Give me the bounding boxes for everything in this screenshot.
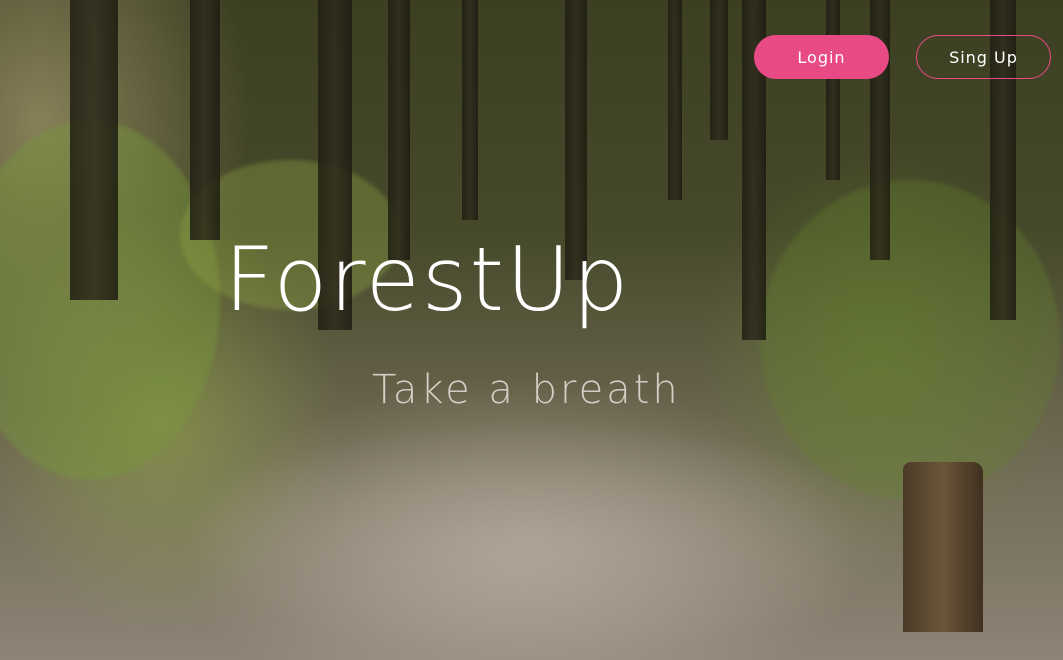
tree-trunk xyxy=(710,0,728,140)
tree-stump xyxy=(903,462,983,632)
tree-trunk xyxy=(668,0,682,200)
tree-trunk xyxy=(826,0,840,180)
hero-section: Login Sing Up ForestUp Take a breath xyxy=(0,0,1063,660)
mist xyxy=(180,420,900,660)
signup-button[interactable]: Sing Up xyxy=(916,35,1051,79)
tree-trunk xyxy=(388,0,410,260)
site-tagline: Take a breath xyxy=(372,367,681,413)
tree-trunk xyxy=(190,0,220,240)
site-title: ForestUp xyxy=(224,228,631,331)
tree-trunk xyxy=(462,0,478,220)
login-button[interactable]: Login xyxy=(754,35,889,79)
tree-trunk xyxy=(70,0,118,300)
